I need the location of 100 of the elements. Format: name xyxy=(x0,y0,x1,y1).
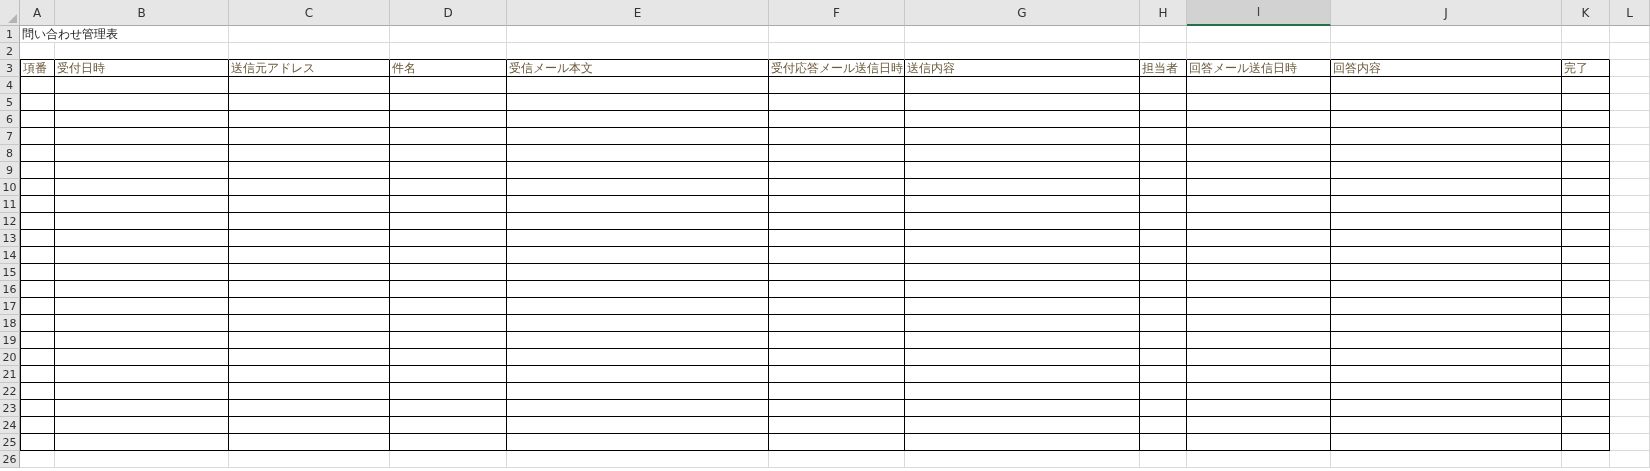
table-cell[interactable] xyxy=(1140,162,1187,179)
table-cell[interactable] xyxy=(229,383,390,400)
table-cell[interactable] xyxy=(769,400,905,417)
table-cell[interactable] xyxy=(20,298,55,315)
table-cell[interactable] xyxy=(55,281,229,298)
column-header[interactable]: E xyxy=(507,0,769,26)
column-header[interactable]: D xyxy=(390,0,507,26)
table-cell[interactable] xyxy=(769,417,905,434)
table-cell[interactable] xyxy=(20,332,55,349)
table-cell[interactable] xyxy=(20,145,55,162)
table-cell[interactable] xyxy=(1140,213,1187,230)
table-cell[interactable] xyxy=(20,434,55,451)
table-cell[interactable] xyxy=(1562,315,1610,332)
table-cell[interactable] xyxy=(1331,298,1562,315)
table-cell[interactable] xyxy=(905,179,1140,196)
table-cell[interactable] xyxy=(769,281,905,298)
table-cell[interactable] xyxy=(390,196,507,213)
table-cell[interactable] xyxy=(229,128,390,145)
table-cell[interactable] xyxy=(20,247,55,264)
table-cell[interactable] xyxy=(390,111,507,128)
table-cell[interactable] xyxy=(390,383,507,400)
table-cell[interactable] xyxy=(390,179,507,196)
table-cell[interactable] xyxy=(390,264,507,281)
table-cell[interactable] xyxy=(1331,400,1562,417)
table-cell[interactable] xyxy=(507,145,769,162)
table-cell[interactable] xyxy=(1187,332,1331,349)
table-header-cell[interactable]: 件名 xyxy=(390,60,507,77)
table-cell[interactable] xyxy=(507,247,769,264)
table-cell[interactable] xyxy=(55,247,229,264)
table-cell[interactable] xyxy=(390,230,507,247)
table-cell[interactable] xyxy=(1140,247,1187,264)
table-cell[interactable] xyxy=(390,247,507,264)
table-cell[interactable] xyxy=(1331,111,1562,128)
table-header-cell[interactable]: 回答メール送信日時 xyxy=(1187,60,1331,77)
row-header[interactable]: 20 xyxy=(0,349,20,366)
table-cell[interactable] xyxy=(905,400,1140,417)
table-cell[interactable] xyxy=(905,349,1140,366)
table-cell[interactable] xyxy=(769,434,905,451)
table-cell[interactable] xyxy=(20,111,55,128)
table-cell[interactable] xyxy=(769,315,905,332)
table-cell[interactable] xyxy=(55,349,229,366)
table-cell[interactable] xyxy=(1140,77,1187,94)
table-cell[interactable] xyxy=(55,77,229,94)
table-cell[interactable] xyxy=(20,383,55,400)
table-cell[interactable] xyxy=(1187,111,1331,128)
table-cell[interactable] xyxy=(1187,366,1331,383)
table-cell[interactable] xyxy=(229,298,390,315)
table-cell[interactable] xyxy=(905,94,1140,111)
table-cell[interactable] xyxy=(55,196,229,213)
table-cell[interactable] xyxy=(229,264,390,281)
column-header[interactable]: C xyxy=(229,0,390,26)
table-cell[interactable] xyxy=(507,196,769,213)
table-cell[interactable] xyxy=(20,281,55,298)
table-cell[interactable] xyxy=(1562,366,1610,383)
table-cell[interactable] xyxy=(1140,366,1187,383)
table-cell[interactable] xyxy=(769,196,905,213)
table-cell[interactable] xyxy=(769,145,905,162)
table-cell[interactable] xyxy=(507,128,769,145)
table-cell[interactable] xyxy=(1562,383,1610,400)
table-cell[interactable] xyxy=(55,417,229,434)
row-header[interactable]: 21 xyxy=(0,366,20,383)
row-header[interactable]: 8 xyxy=(0,145,20,162)
table-cell[interactable] xyxy=(390,417,507,434)
table-cell[interactable] xyxy=(390,281,507,298)
table-header-cell[interactable]: 回答内容 xyxy=(1331,60,1562,77)
row-header[interactable]: 13 xyxy=(0,230,20,247)
table-cell[interactable] xyxy=(20,94,55,111)
table-cell[interactable] xyxy=(905,332,1140,349)
table-cell[interactable] xyxy=(769,162,905,179)
table-cell[interactable] xyxy=(229,162,390,179)
table-cell[interactable] xyxy=(1140,417,1187,434)
table-cell[interactable] xyxy=(1187,247,1331,264)
table-cell[interactable] xyxy=(229,366,390,383)
table-cell[interactable] xyxy=(390,145,507,162)
row-header[interactable]: 24 xyxy=(0,417,20,434)
table-cell[interactable] xyxy=(507,383,769,400)
table-cell[interactable] xyxy=(20,213,55,230)
row-header[interactable]: 16 xyxy=(0,281,20,298)
row-header[interactable]: 7 xyxy=(0,128,20,145)
table-cell[interactable] xyxy=(905,315,1140,332)
table-cell[interactable] xyxy=(905,213,1140,230)
table-cell[interactable] xyxy=(507,213,769,230)
table-cell[interactable] xyxy=(1140,383,1187,400)
table-cell[interactable] xyxy=(1140,298,1187,315)
table-cell[interactable] xyxy=(769,111,905,128)
table-cell[interactable] xyxy=(55,400,229,417)
table-cell[interactable] xyxy=(1140,281,1187,298)
table-cell[interactable] xyxy=(20,128,55,145)
table-cell[interactable] xyxy=(507,162,769,179)
table-cell[interactable] xyxy=(229,145,390,162)
table-cell[interactable] xyxy=(1187,417,1331,434)
table-cell[interactable] xyxy=(55,94,229,111)
table-cell[interactable] xyxy=(1187,349,1331,366)
table-cell[interactable] xyxy=(507,94,769,111)
row-header[interactable]: 1 xyxy=(0,26,20,43)
row-header[interactable]: 9 xyxy=(0,162,20,179)
table-cell[interactable] xyxy=(229,111,390,128)
table-cell[interactable] xyxy=(1562,230,1610,247)
table-header-cell[interactable]: 項番 xyxy=(20,60,55,77)
table-cell[interactable] xyxy=(769,213,905,230)
